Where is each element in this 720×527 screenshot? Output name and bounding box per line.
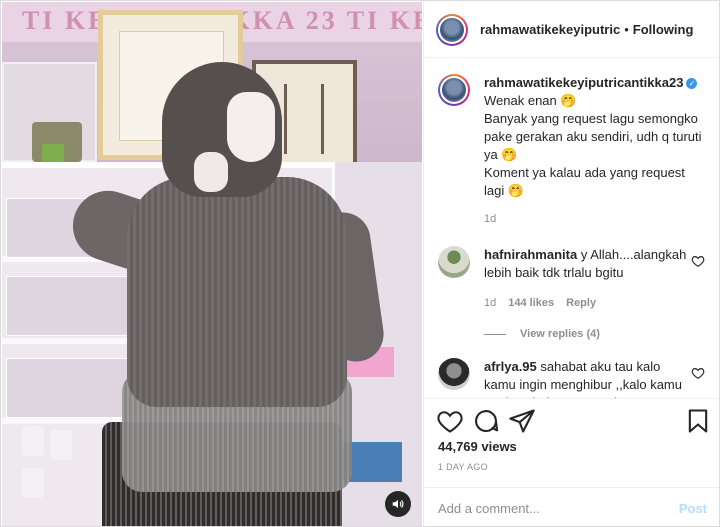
- following-button[interactable]: Following: [633, 22, 694, 37]
- commenter-avatar[interactable]: [438, 246, 470, 278]
- comments-section[interactable]: rahmawatikekeyiputricantikka23 ✓ Wenak en…: [424, 58, 719, 398]
- view-count[interactable]: 44,769 views: [438, 439, 517, 454]
- add-comment-row: Post: [424, 487, 719, 526]
- commenter-avatar[interactable]: [438, 358, 470, 390]
- post-video[interactable]: TI KEKEYI TIKKA 23 TI KEKEYI: [2, 2, 422, 526]
- post-comment-button[interactable]: Post: [679, 501, 707, 516]
- instagram-post-frame: TI KEKEYI TIKKA 23 TI KEKEYI: [0, 0, 720, 527]
- view-replies-label: View replies (4): [520, 328, 600, 340]
- caption-time[interactable]: 1d: [484, 210, 704, 228]
- caption-author[interactable]: rahmawatikekeyiputricantikka23: [484, 75, 683, 90]
- share-icon[interactable]: [508, 407, 536, 435]
- comment-item: afrlya.95 sahabat aku tau kalo kamu ingi…: [438, 358, 707, 398]
- verified-badge-icon: ✓: [686, 78, 698, 89]
- post-date[interactable]: 1 DAY AGO: [438, 462, 488, 472]
- comment-author[interactable]: afrlya.95: [484, 359, 537, 374]
- comment-time[interactable]: 1d: [484, 294, 496, 312]
- header-username[interactable]: rahmawatikekeyiputric: [480, 22, 620, 37]
- reply-button[interactable]: Reply: [566, 294, 596, 312]
- bookmark-icon[interactable]: [684, 407, 712, 435]
- author-avatar[interactable]: [436, 13, 468, 46]
- comment-item: hafnirahmanita y Allah....alangkah lebih…: [438, 246, 707, 312]
- post-caption: rahmawatikekeyiputricantikka23 ✓ Wenak en…: [438, 74, 707, 228]
- caption-line: Wenak enan 🤭: [484, 93, 577, 108]
- sound-toggle-button[interactable]: [385, 491, 411, 517]
- caption-avatar[interactable]: [438, 74, 470, 106]
- comment-author[interactable]: hafnirahmanita: [484, 247, 577, 262]
- view-replies-line: [484, 333, 506, 335]
- caption-line: Koment ya kalau ada yang request lagi 🤭: [484, 165, 685, 198]
- add-comment-input[interactable]: [438, 500, 668, 516]
- comment-like-heart-icon[interactable]: [691, 254, 705, 268]
- view-replies-button[interactable]: View replies (4): [484, 328, 707, 340]
- comment-icon[interactable]: [472, 407, 500, 435]
- caption-line: Banyak yang request lagu semongko pake g…: [484, 111, 702, 162]
- comment-likes[interactable]: 144 likes: [508, 294, 554, 312]
- header-separator: •: [624, 22, 629, 37]
- comment-like-heart-icon[interactable]: [691, 366, 705, 380]
- sound-icon: [392, 499, 404, 509]
- post-side-panel: rahmawatikekeyiputric • Following rahmaw…: [423, 2, 719, 526]
- post-actions: 44,769 views 1 DAY AGO Post: [424, 398, 719, 526]
- caption-text: Wenak enan 🤭 Banyak yang request lagu se…: [484, 92, 704, 200]
- heart-icon[interactable]: [436, 407, 464, 435]
- dancer-figure: [2, 2, 422, 526]
- action-icons-row: [436, 407, 711, 437]
- post-header: rahmawatikekeyiputric • Following: [424, 2, 719, 58]
